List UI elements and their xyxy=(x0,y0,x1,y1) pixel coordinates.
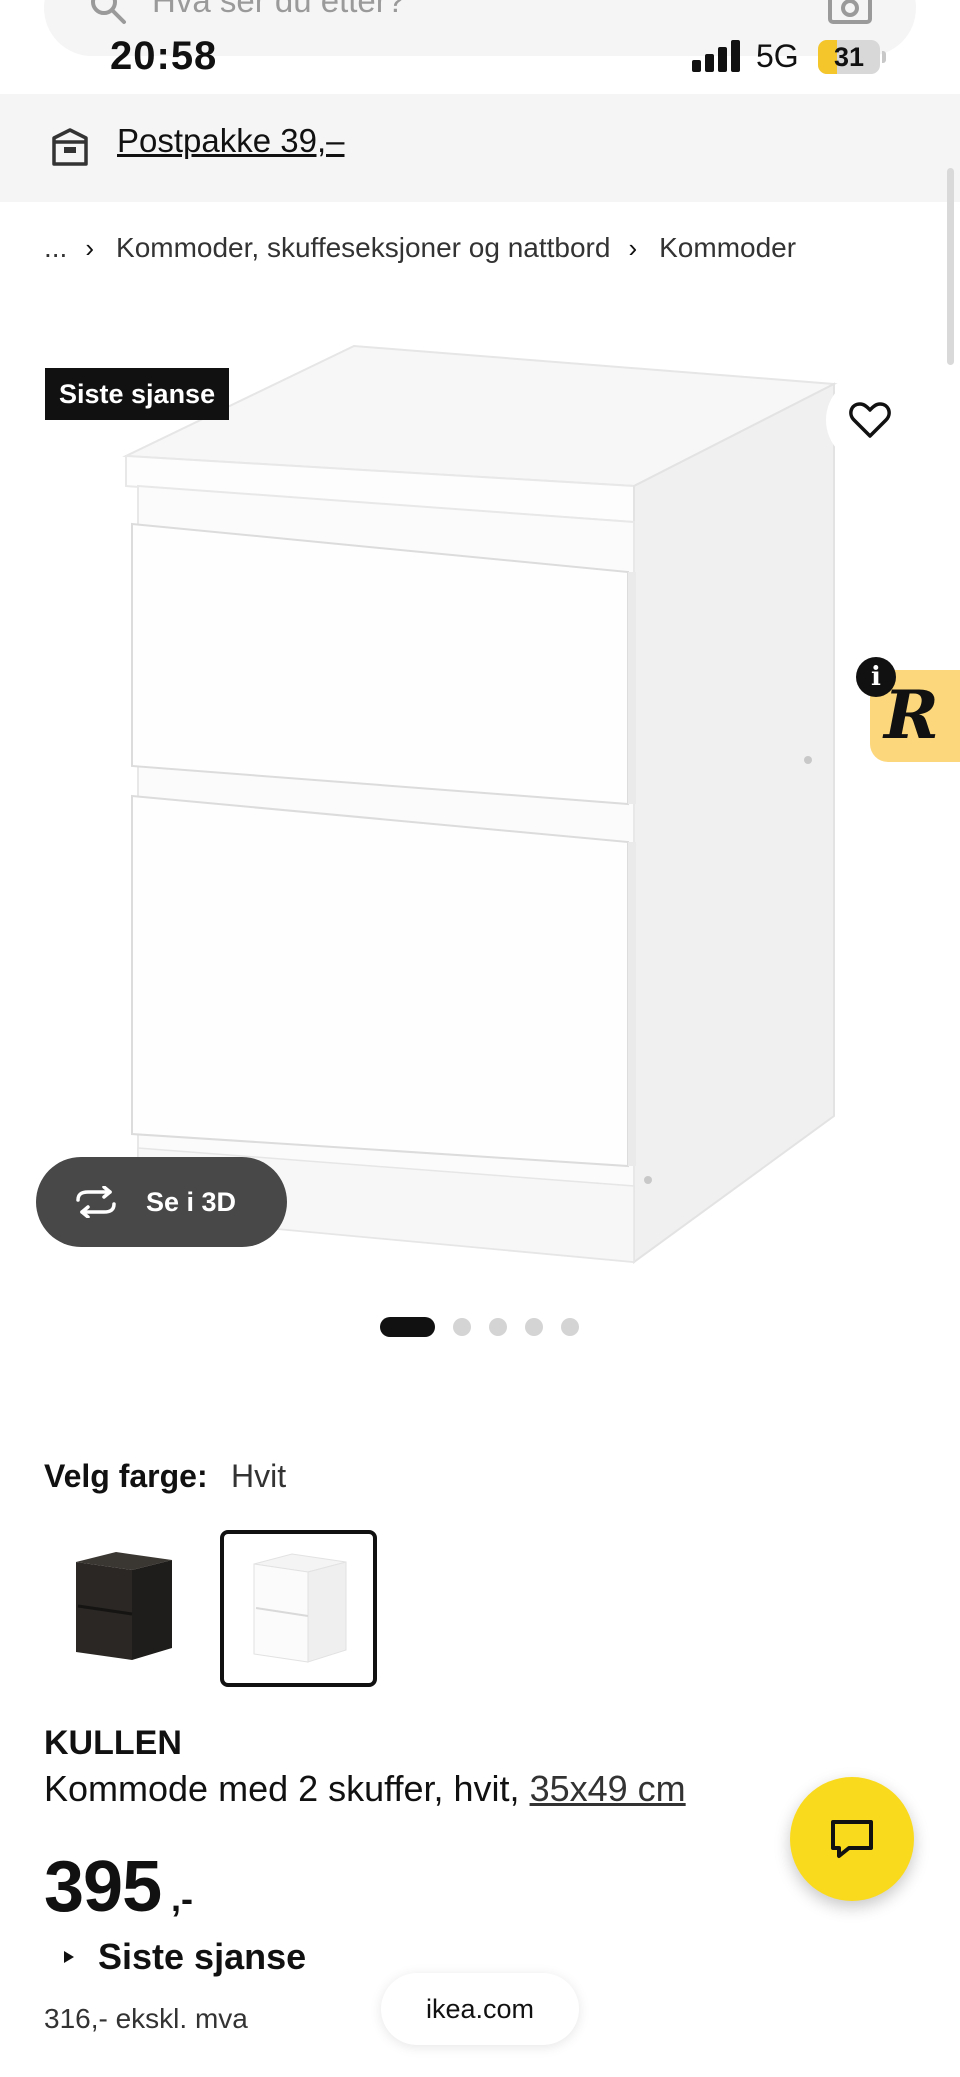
product-image-chest[interactable] xyxy=(118,336,858,1286)
product-description-text: Kommode med 2 skuffer, hvit, xyxy=(44,1768,520,1809)
chevron-right-icon: › xyxy=(85,232,95,263)
last-chance-badge: Siste sjanse xyxy=(45,368,230,420)
parcel-box-icon xyxy=(52,128,88,166)
search-input[interactable]: Hva ser du etter? xyxy=(152,0,405,20)
carousel-dot[interactable] xyxy=(489,1318,507,1336)
battery-tip xyxy=(882,51,886,63)
carousel-dot[interactable] xyxy=(525,1318,543,1336)
selected-color-value: Hvit xyxy=(231,1458,287,1494)
delivery-banner-link[interactable]: Postpakke 39,– xyxy=(117,122,345,160)
price-excluding-vat: 316,- ekskl. mva xyxy=(44,2003,248,2034)
chat-button[interactable] xyxy=(790,1777,914,1901)
color-swatch-black-brown[interactable] xyxy=(44,1530,201,1687)
carousel-dot[interactable] xyxy=(380,1317,435,1337)
product-size-link[interactable]: 35x49 cm xyxy=(530,1768,686,1809)
chat-bubble-icon xyxy=(831,1820,873,1858)
favorite-button[interactable] xyxy=(826,376,914,464)
scrollbar[interactable] xyxy=(947,168,954,365)
product-price: 395 xyxy=(44,1847,162,1927)
color-label: Velg farge: xyxy=(44,1458,208,1494)
heart-icon xyxy=(849,402,891,438)
battery-level: 31 xyxy=(833,42,865,72)
network-type: 5G xyxy=(756,38,799,74)
search-icon xyxy=(91,0,126,24)
breadcrumb: ... › Kommoder, skuffeseksjoner og nattb… xyxy=(44,232,796,264)
status-time: 20:58 xyxy=(110,34,218,78)
rotate-3d-icon xyxy=(76,1186,116,1218)
color-swatch-white[interactable] xyxy=(220,1530,377,1687)
product-price-suffix: ,- xyxy=(171,1878,193,1919)
carousel-dot[interactable] xyxy=(561,1318,579,1336)
browser-url-pill[interactable]: ikea.com xyxy=(381,1973,579,2045)
signal-icon xyxy=(692,40,740,72)
breadcrumb-item-kommoder-skuffeseksjoner[interactable]: Kommoder, skuffeseksjoner og nattbord xyxy=(116,232,610,264)
image-carousel-pager[interactable] xyxy=(380,1317,597,1337)
view-3d-button[interactable]: Se i 3D xyxy=(36,1157,287,1247)
battery-icon: 31 xyxy=(818,40,880,74)
camera-icon[interactable] xyxy=(828,0,872,24)
product-description: Kommode med 2 skuffer, hvit, 35x49 cm xyxy=(44,1768,686,1810)
view-3d-label: Se i 3D xyxy=(146,1186,237,1217)
breadcrumb-ellipsis[interactable]: ... xyxy=(44,232,67,264)
availability-toggle[interactable]: Siste sjanse xyxy=(62,1936,306,1978)
caret-right-icon xyxy=(64,1951,74,1963)
product-name: KULLEN xyxy=(44,1724,182,1762)
info-icon[interactable]: i xyxy=(856,657,896,697)
chevron-right-icon: › xyxy=(628,232,638,263)
availability-status: Siste sjanse xyxy=(98,1936,307,1977)
breadcrumb-item-kommoder[interactable]: Kommoder xyxy=(659,232,796,264)
carousel-dot[interactable] xyxy=(453,1318,471,1336)
